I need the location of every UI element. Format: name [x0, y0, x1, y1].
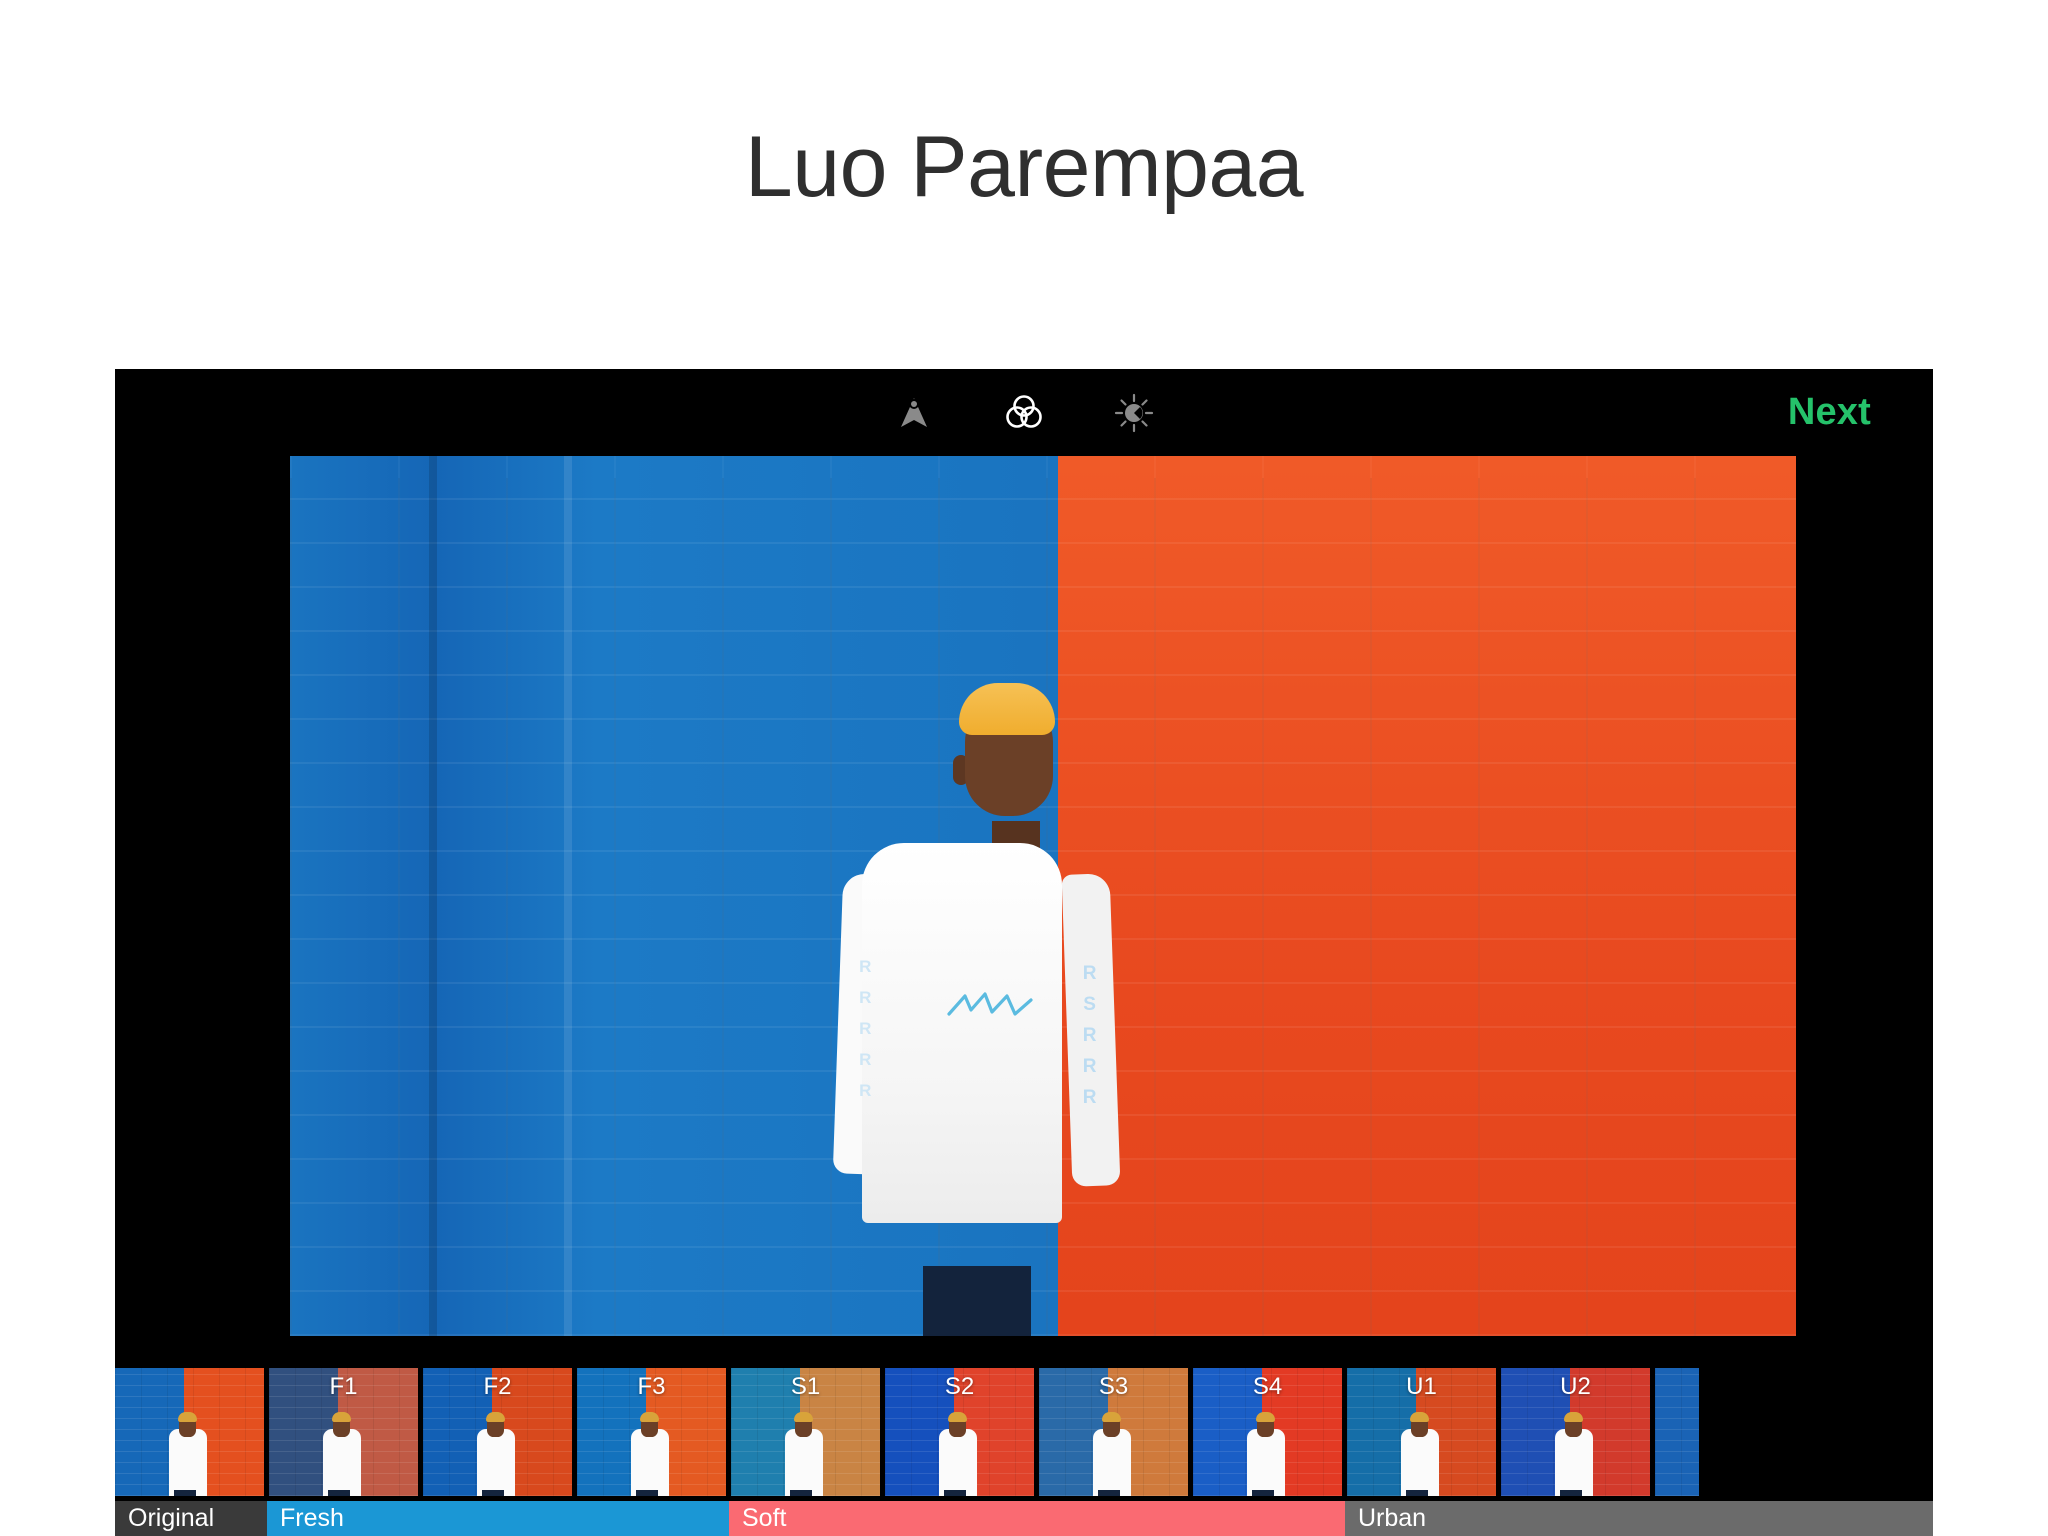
filter-thumbnail[interactable]: F1 [269, 1368, 418, 1496]
filter-thumbnail[interactable]: U2 [1501, 1368, 1650, 1496]
filter-thumbnail-label: U1 [1406, 1373, 1437, 1400]
thumb-person [115, 1368, 264, 1496]
filter-group[interactable]: Soft [729, 1501, 1345, 1536]
adjust-geometry-icon[interactable] [891, 390, 937, 436]
thumb-trousers [481, 1489, 504, 1496]
thumb-brick-lines [1655, 1368, 1699, 1496]
thumb-shirt [1554, 1429, 1593, 1496]
thumb-trousers [789, 1489, 812, 1496]
sleeve-text-line: R [859, 956, 872, 976]
editor-toolbar: Next [115, 369, 1933, 456]
trousers [922, 1265, 1031, 1336]
thumb-hair [332, 1411, 352, 1422]
filter-thumbnail[interactable]: S4 [1193, 1368, 1342, 1496]
thumb-shirt [630, 1429, 669, 1496]
filter-thumbnail-label: S4 [1252, 1373, 1283, 1400]
thumb-shirt [322, 1429, 361, 1496]
filter-group-label: Soft [742, 1504, 787, 1532]
thumb-hair [794, 1411, 814, 1422]
app-root: Luo Parempaa Next R S R R R R R R R R F1… [0, 0, 2048, 1536]
filter-thumbnail[interactable] [115, 1368, 264, 1496]
thumb-trousers [1097, 1489, 1120, 1496]
thumb-hair [1102, 1411, 1122, 1422]
filter-thumbnail-label: S3 [1098, 1373, 1129, 1400]
filter-thumbnail[interactable]: S1 [731, 1368, 880, 1496]
filter-thumbnail-label: S2 [944, 1373, 975, 1400]
filter-group-label: Urban [1358, 1504, 1427, 1532]
next-button[interactable]: Next [1788, 369, 1871, 456]
thumb-trousers [173, 1489, 196, 1496]
filter-thumbnail-list[interactable]: F1 F2 F3 S1 S2 S3 S4 U1 U2 [115, 1368, 1933, 1496]
thumb-hair [178, 1411, 198, 1422]
thumb-shirt [938, 1429, 977, 1496]
thumb-hair [948, 1411, 968, 1422]
thumb-trousers [1559, 1489, 1582, 1496]
thumb-shirt [784, 1429, 823, 1496]
filter-thumbnail[interactable]: U1 [1347, 1368, 1496, 1496]
filter-group-bar[interactable]: Original Fresh Soft Urban [115, 1501, 1933, 1536]
brightness-icon[interactable] [1111, 390, 1157, 436]
filter-group-label: Original [128, 1504, 215, 1532]
thumb-shirt [168, 1429, 207, 1496]
thumb-trousers [1405, 1489, 1428, 1496]
thumb-trousers [1251, 1489, 1274, 1496]
thumb-hair [1564, 1411, 1584, 1422]
thumb-trousers [943, 1489, 966, 1496]
sleeve-text-line: R [1082, 1055, 1098, 1077]
filter-thumbnail[interactable] [1655, 1368, 1699, 1496]
filter-group[interactable]: Original [115, 1501, 267, 1536]
photo-image: R S R R R R R R R R [290, 456, 1796, 1336]
thumb-shirt [1092, 1429, 1131, 1496]
filter-thumbnail-label: F3 [637, 1373, 666, 1400]
filters-icon[interactable] [1001, 390, 1047, 436]
thumb-shirt [1400, 1429, 1439, 1496]
photo-preview[interactable]: R S R R R R R R R R [290, 456, 1796, 1336]
blonde-hair [958, 683, 1055, 736]
thumb-hair [486, 1411, 506, 1422]
filter-thumbnail-label: F2 [483, 1373, 512, 1400]
filter-thumbnail[interactable]: F2 [423, 1368, 572, 1496]
filter-group[interactable]: Urban [1345, 1501, 1933, 1536]
person-subject: R S R R R R R R R R [290, 456, 1796, 1336]
filter-group[interactable]: Fresh [267, 1501, 729, 1536]
white-shirt [862, 843, 1063, 1224]
sleeve-text-line: R [859, 1049, 872, 1069]
sleeve-text-line: R [859, 1018, 872, 1038]
sleeve-text-line: R [1082, 1086, 1098, 1108]
filter-thumbnail[interactable]: S3 [1039, 1368, 1188, 1496]
right-sleeve-text: R S R R R [1073, 958, 1107, 1188]
sleeve-text-line: R [1082, 962, 1098, 984]
page-title: Luo Parempaa [744, 119, 1304, 215]
filter-filmstrip[interactable]: F1 F2 F3 S1 S2 S3 S4 U1 U2 Original Fresh Soft Urba… [115, 1368, 1933, 1536]
thumb-hair [1256, 1411, 1276, 1422]
thumb-trousers [327, 1489, 350, 1496]
filter-thumbnail-label: S1 [790, 1373, 821, 1400]
sleeve-text-line: R [859, 1080, 872, 1100]
filter-group-label: Fresh [280, 1504, 344, 1532]
left-sleeve-text: R R R R R [850, 958, 880, 1188]
filter-thumbnail-label: U2 [1560, 1373, 1591, 1400]
sleeve-text-line: S [1083, 993, 1097, 1015]
filter-thumbnail[interactable]: S2 [885, 1368, 1034, 1496]
sleeve-text-line: R [859, 987, 872, 1007]
thumb-shirt [476, 1429, 515, 1496]
sleeve-text-line: R [1082, 1024, 1098, 1046]
thumb-shirt [1246, 1429, 1285, 1496]
thumb-hair [1410, 1411, 1430, 1422]
filter-thumbnail-label: F1 [329, 1373, 358, 1400]
thumb-trousers [635, 1489, 658, 1496]
photo-editor-window: Next R S R R R R R R R R F1 F2 F3 S1 S2 … [115, 369, 1933, 1536]
filter-thumbnail[interactable]: F3 [577, 1368, 726, 1496]
thumb-hair [640, 1411, 660, 1422]
lightning-bolt-graphic [947, 992, 1033, 1016]
tool-icon-group [891, 369, 1157, 456]
